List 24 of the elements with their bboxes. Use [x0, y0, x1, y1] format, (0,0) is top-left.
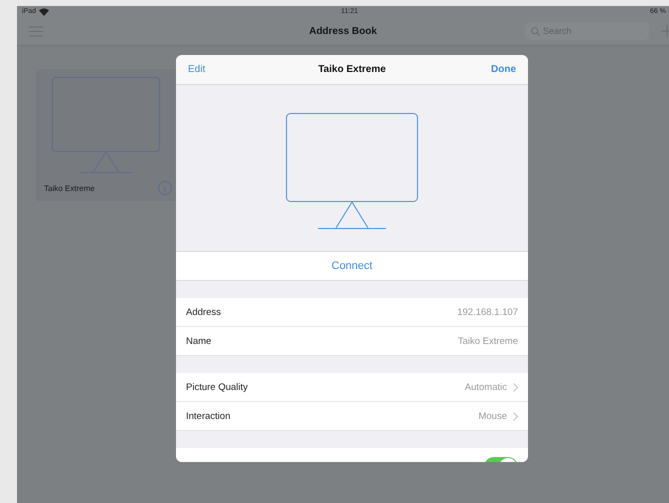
settings-row[interactable]: Picture Quality Automatic	[176, 373, 528, 402]
nav-title: Address Book	[309, 26, 377, 36]
monitor-icon	[286, 113, 418, 229]
search-icon	[531, 26, 540, 36]
row-label: Interaction	[186, 410, 230, 422]
settings-row[interactable]: Interaction Mouse	[176, 402, 528, 431]
row-label: Picture Quality	[186, 382, 248, 392]
chevron-icon	[513, 382, 518, 392]
edit-button[interactable]: Edit	[188, 64, 206, 75]
monitor-icon	[52, 77, 160, 173]
wifi-icon	[39, 8, 50, 16]
info-icon[interactable]	[158, 181, 172, 195]
row-label: Name	[186, 336, 212, 346]
device-card[interactable]: Taiko Extreme	[36, 69, 176, 201]
row-value: 192.168.1.107	[457, 306, 518, 318]
row-value: Taiko Extreme	[458, 336, 518, 346]
chevron-icon	[513, 412, 518, 420]
done-button[interactable]: Done	[491, 64, 516, 75]
row-value: Mouse	[478, 410, 507, 422]
sheet-title: Taiko Extreme	[318, 64, 386, 75]
row-value: Automatic	[464, 382, 507, 392]
row-label: Address	[186, 306, 221, 318]
device-name: Taiko Extreme	[44, 184, 95, 192]
connect-button[interactable]: Connect	[176, 251, 528, 281]
